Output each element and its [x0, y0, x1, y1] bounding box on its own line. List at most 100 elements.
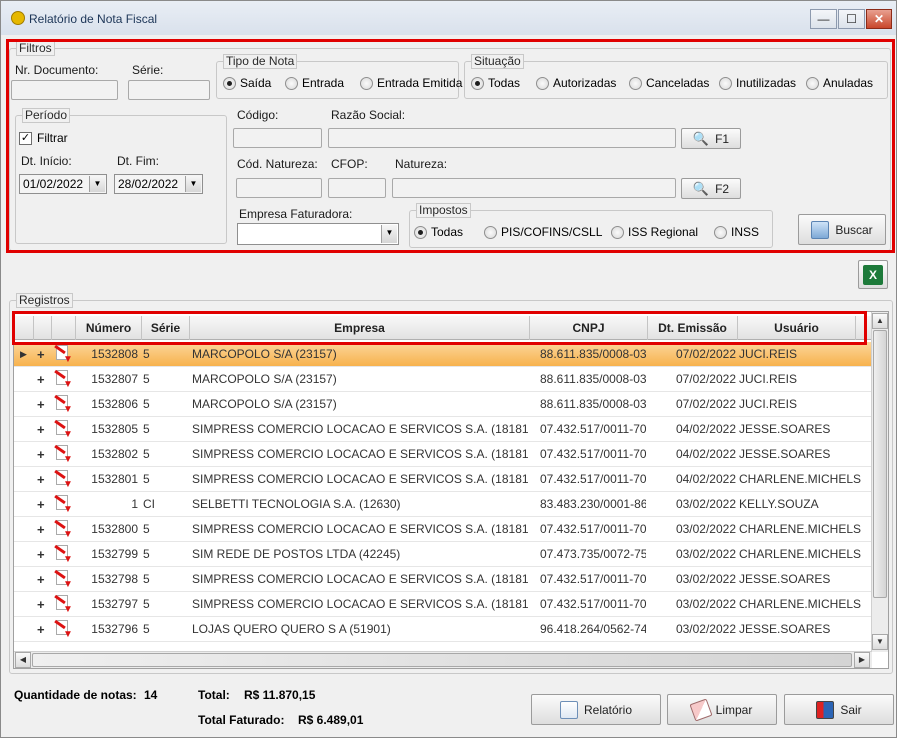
scroll-up-icon[interactable]: ▲	[872, 313, 888, 329]
expand-plus-icon[interactable]: +	[37, 342, 45, 367]
horizontal-scrollbar[interactable]: ◀ ▶	[14, 651, 872, 668]
table-row[interactable]: + ▼ 1532805 5 SIMPRESS COMERCIO LOCACAO E SE…	[14, 417, 872, 442]
pdf-icon[interactable]: ▼	[54, 394, 73, 415]
table-row[interactable]: + ▼ 1532802 5 SIMPRESS COMERCIO LOCACAO E SE…	[14, 442, 872, 467]
pdf-icon[interactable]: ▼	[54, 369, 73, 390]
vertical-scroll-thumb[interactable]	[873, 330, 887, 598]
f2-search-button[interactable]: 🔍 F2	[681, 178, 741, 199]
header-indicator	[14, 316, 34, 340]
table-row[interactable]: + ▼ 1532796 5 LOJAS QUERO QUERO S A (51901) 9…	[14, 617, 872, 642]
title-bar: Relatório de Nota Fiscal — ☐ ✕	[1, 1, 896, 35]
table-row[interactable]: + ▼ 1532799 5 SIM REDE DE POSTOS LTDA (42245…	[14, 542, 872, 567]
cell-empresa: SIMPRESS COMERCIO LOCACAO E SERVICOS S.A…	[192, 522, 528, 536]
chevron-down-icon[interactable]: ▼	[185, 176, 201, 192]
registros-grid[interactable]: Número Série Empresa CNPJ Dt. Emissão Us…	[13, 311, 889, 669]
filtrar-label: Filtrar	[37, 131, 68, 145]
header-serie[interactable]: Série	[142, 316, 190, 340]
radio-entrada[interactable]: Entrada	[285, 76, 344, 90]
codigo-input[interactable]	[233, 128, 322, 148]
chevron-down-icon[interactable]: ▼	[89, 176, 105, 192]
pdf-icon[interactable]: ▼	[54, 519, 73, 540]
radio-pis-label: PIS/COFINS/CSLL	[501, 225, 603, 239]
table-row[interactable]: + ▼ 1532801 5 SIMPRESS COMERCIO LOCACAO E SE…	[14, 467, 872, 492]
cell-dt-emissao: 03/02/2022	[675, 547, 736, 561]
f1-search-button[interactable]: 🔍 F1	[681, 128, 741, 149]
table-row[interactable]: ▶ + ▼ 1532808 5 MARCOPOLO S/A (23157) 88.611.8…	[14, 342, 872, 367]
maximize-button[interactable]: ☐	[838, 9, 865, 29]
sair-button[interactable]: Sair	[784, 694, 894, 725]
relatorio-button[interactable]: Relatório	[531, 694, 661, 725]
minimize-button[interactable]: —	[810, 9, 837, 29]
header-numero[interactable]: Número	[76, 316, 142, 340]
empresa-faturadora-select[interactable]: ▼	[237, 223, 399, 245]
scroll-left-icon[interactable]: ◀	[15, 652, 31, 668]
excel-export-button[interactable]: X	[858, 260, 888, 289]
vertical-scrollbar[interactable]: ▲ ▼	[871, 312, 888, 652]
table-row[interactable]: + ▼ 1532807 5 MARCOPOLO S/A (23157) 88.611.83…	[14, 367, 872, 392]
header-usuario[interactable]: Usuário	[738, 316, 856, 340]
expand-plus-icon[interactable]: +	[37, 467, 45, 492]
header-dt-emissao[interactable]: Dt. Emissão	[648, 316, 738, 340]
scroll-down-icon[interactable]: ▼	[872, 634, 888, 650]
expand-plus-icon[interactable]: +	[37, 417, 45, 442]
cod-natureza-label: Cód. Natureza:	[237, 157, 318, 171]
horizontal-scroll-thumb[interactable]	[32, 653, 852, 667]
close-button[interactable]: ✕	[866, 9, 892, 29]
expand-plus-icon[interactable]: +	[37, 592, 45, 617]
razao-social-input[interactable]	[328, 128, 676, 148]
radio-anuladas[interactable]: Anuladas	[806, 76, 873, 90]
radio-iss-regional[interactable]: ISS Regional	[611, 225, 698, 239]
cod-natureza-input[interactable]	[236, 178, 322, 198]
expand-plus-icon[interactable]: +	[37, 517, 45, 542]
total-label: Total:	[198, 688, 230, 702]
expand-plus-icon[interactable]: +	[37, 392, 45, 417]
scroll-right-icon[interactable]: ▶	[854, 652, 870, 668]
nr-documento-input[interactable]	[11, 80, 118, 100]
limpar-button[interactable]: Limpar	[667, 694, 777, 725]
cell-serie: 5	[143, 597, 150, 611]
table-row[interactable]: + ▼ 1532798 5 SIMPRESS COMERCIO LOCACAO E SE…	[14, 567, 872, 592]
pdf-icon[interactable]: ▼	[54, 569, 73, 590]
pdf-icon[interactable]: ▼	[54, 444, 73, 465]
header-empresa[interactable]: Empresa	[190, 316, 530, 340]
radio-saida[interactable]: Saída	[223, 76, 271, 90]
table-row[interactable]: + ▼ 1 CI SELBETTI TECNOLOGIA S.A. (12630) 83.…	[14, 492, 872, 517]
radio-pis-cofins-csll[interactable]: PIS/COFINS/CSLL	[484, 225, 602, 239]
expand-plus-icon[interactable]: +	[37, 492, 45, 517]
pdf-icon[interactable]: ▼	[54, 594, 73, 615]
dt-inicio-picker[interactable]: 01/02/2022 ▼	[19, 174, 107, 194]
cfop-input[interactable]	[328, 178, 386, 198]
expand-plus-icon[interactable]: +	[37, 567, 45, 592]
expand-plus-icon[interactable]: +	[37, 442, 45, 467]
expand-plus-icon[interactable]: +	[37, 367, 45, 392]
radio-inss[interactable]: INSS	[714, 225, 759, 239]
table-row[interactable]: + ▼ 1532797 5 SIMPRESS COMERCIO LOCACAO E SE…	[14, 592, 872, 617]
radio-todas[interactable]: Todas	[471, 76, 520, 90]
cell-numero: 1532798	[91, 572, 138, 586]
pdf-icon[interactable]: ▼	[54, 419, 73, 440]
pdf-icon[interactable]: ▼	[54, 469, 73, 490]
cell-serie: 5	[143, 522, 150, 536]
filtrar-checkbox[interactable]: ✓ Filtrar	[19, 131, 68, 145]
serie-input[interactable]	[128, 80, 210, 100]
dt-fim-picker[interactable]: 28/02/2022 ▼	[114, 174, 203, 194]
pdf-icon[interactable]: ▼	[54, 619, 73, 640]
radio-entrada-emitida-label: Entrada Emitida	[377, 76, 463, 90]
radio-impostos-todas[interactable]: Todas	[414, 225, 463, 239]
radio-autorizadas[interactable]: Autorizadas	[536, 76, 616, 90]
header-cnpj[interactable]: CNPJ	[530, 316, 648, 340]
buscar-button[interactable]: Buscar	[798, 214, 886, 245]
table-row[interactable]: + ▼ 1532806 5 MARCOPOLO S/A (23157) 88.611.83…	[14, 392, 872, 417]
natureza-input[interactable]	[392, 178, 676, 198]
chevron-down-icon[interactable]: ▼	[381, 225, 397, 243]
table-row[interactable]: + ▼ 1532800 5 SIMPRESS COMERCIO LOCACAO E SE…	[14, 517, 872, 542]
radio-entrada-emitida[interactable]: Entrada Emitida	[360, 76, 462, 90]
radio-canceladas[interactable]: Canceladas	[629, 76, 709, 90]
expand-plus-icon[interactable]: +	[37, 617, 45, 642]
pdf-icon[interactable]: ▼	[54, 344, 73, 365]
pdf-icon[interactable]: ▼	[54, 494, 73, 515]
expand-plus-icon[interactable]: +	[37, 542, 45, 567]
pdf-icon[interactable]: ▼	[54, 544, 73, 565]
cell-serie: 5	[143, 372, 150, 386]
radio-inutilizadas[interactable]: Inutilizadas	[719, 76, 796, 90]
